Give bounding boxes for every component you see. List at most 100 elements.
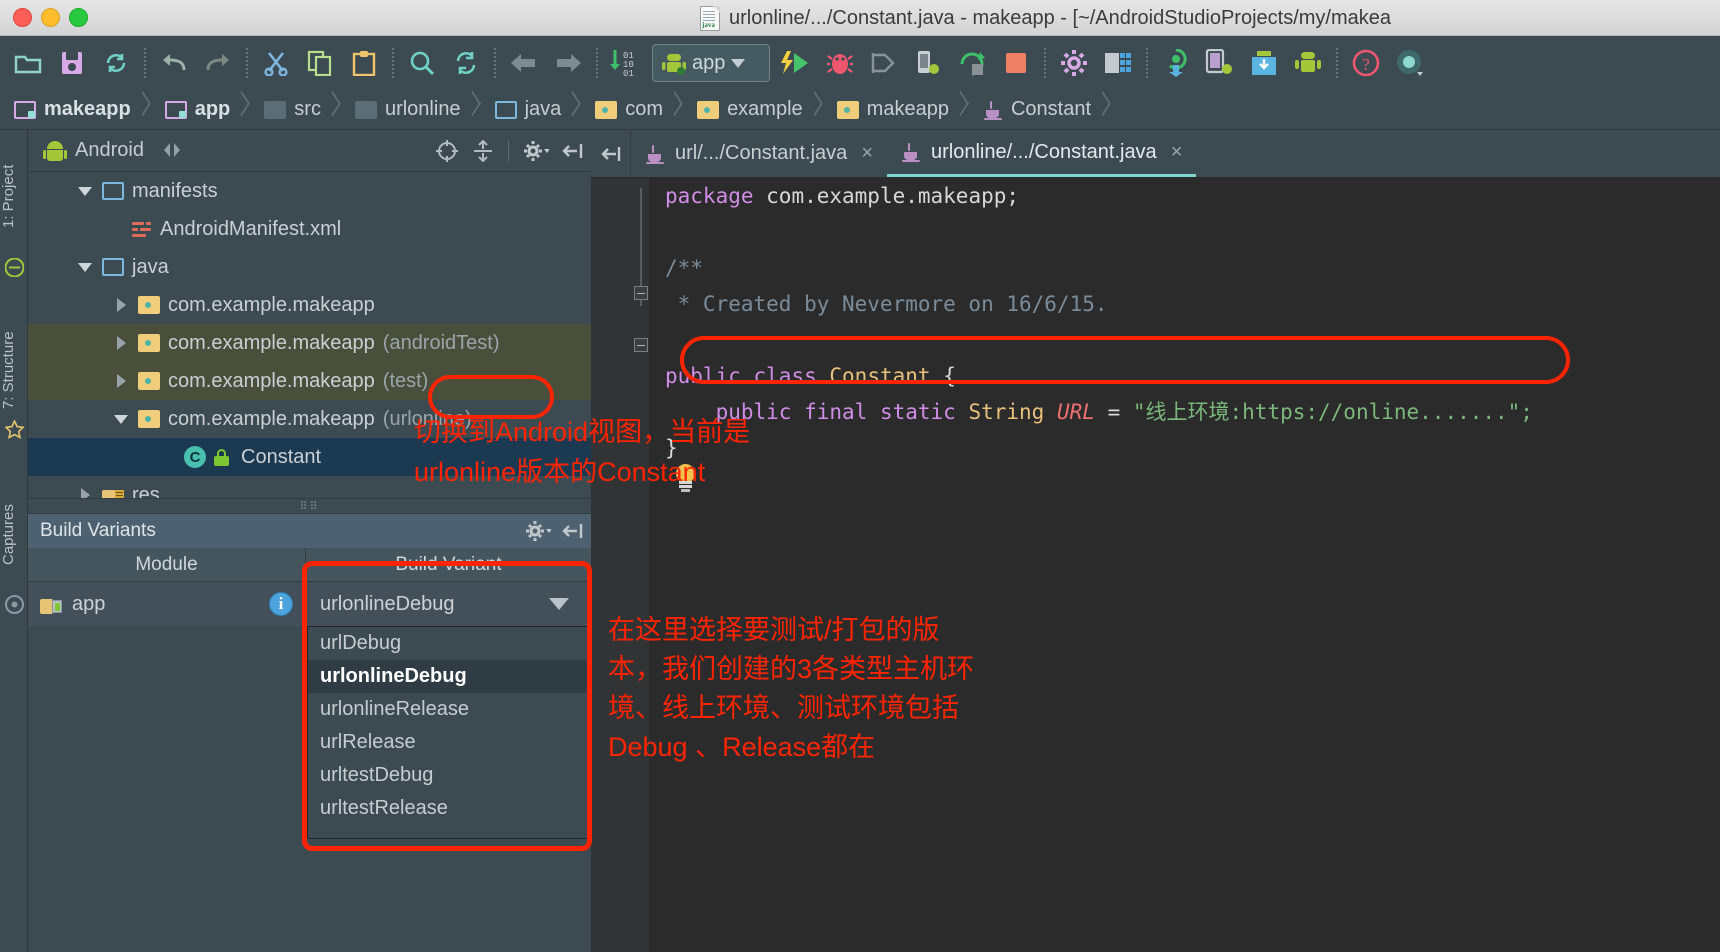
tree-row[interactable]: manifests <box>28 172 591 210</box>
gear-icon[interactable] <box>525 520 552 542</box>
build-variants-row[interactable]: app i urlonlineDebug <box>28 582 591 626</box>
replace-icon[interactable] <box>444 41 488 85</box>
copy-icon[interactable] <box>298 41 342 85</box>
breadcrumb-item-makeapp[interactable]: makeapp <box>0 90 133 130</box>
tree-row[interactable]: com.example.makeapp (test) <box>28 362 591 400</box>
chevron-right-icon <box>563 90 581 130</box>
back-icon[interactable] <box>502 41 546 85</box>
chevron-right-icon <box>805 90 823 130</box>
left-tool-strip: 1: Project 7: Structure Captures <box>0 130 28 952</box>
avd-manager-icon[interactable] <box>1198 41 1242 85</box>
chevron-down-icon[interactable] <box>731 58 746 68</box>
tree-row[interactable]: com.example.makeapp <box>28 286 591 324</box>
info-icon[interactable]: i <box>269 592 293 616</box>
hide-tabs-icon[interactable] <box>591 130 631 177</box>
project-view-label[interactable]: Android <box>75 139 144 162</box>
header-divider <box>508 139 509 162</box>
close-window-button[interactable] <box>13 8 32 27</box>
breadcrumb-item-example[interactable]: example <box>683 90 805 130</box>
svg-text:?: ? <box>1362 55 1370 74</box>
panel-splitter[interactable]: ⠿⠿ <box>28 498 591 514</box>
close-icon[interactable]: × <box>1171 141 1183 164</box>
paste-icon[interactable] <box>342 41 386 85</box>
sdk-manager-icon[interactable] <box>1154 41 1198 85</box>
forward-icon[interactable] <box>546 41 590 85</box>
stop-icon[interactable] <box>994 41 1038 85</box>
code-keyword: public <box>665 364 741 388</box>
tree-label-suffix: (androidTest) <box>382 331 500 354</box>
dropdown-option-urlonlineDebug[interactable]: urlonlineDebug <box>308 660 588 693</box>
twisty-closed-icon[interactable] <box>114 297 130 313</box>
fold-region-javadoc-icon[interactable] <box>634 286 648 300</box>
collapse-all-icon[interactable] <box>472 139 494 162</box>
maximize-window-button[interactable] <box>69 8 88 27</box>
editor-tab-urlonline-constant[interactable]: urlonline/.../Constant.java × <box>887 130 1197 177</box>
cut-icon[interactable] <box>254 41 298 85</box>
fold-region-icon[interactable] <box>634 338 648 352</box>
sidebar-item-captures[interactable]: Captures <box>0 475 28 595</box>
column-header-build-variant[interactable]: Build Variant <box>306 548 591 581</box>
help-icon[interactable]: ? <box>1344 41 1388 85</box>
chevron-down-icon[interactable] <box>549 598 569 610</box>
run-icon[interactable] <box>774 41 818 85</box>
module-cell[interactable]: app i <box>28 582 306 626</box>
dropdown-option-urlonlineRelease[interactable]: urlonlineRelease <box>308 693 588 726</box>
save-all-icon[interactable] <box>50 41 94 85</box>
search-everywhere-icon[interactable] <box>1388 41 1432 85</box>
toolbar-separator <box>494 48 496 78</box>
build-variant-dropdown[interactable]: urlDebug urlonlineDebug urlonlineRelease… <box>307 626 589 839</box>
dropdown-option-urltestRelease[interactable]: urltestRelease <box>308 792 588 825</box>
breadcrumb-label: makeapp <box>44 98 131 120</box>
find-icon[interactable] <box>400 41 444 85</box>
code-editor[interactable]: package com.example.makeapp; /** * Creat… <box>591 178 1720 952</box>
java-class-icon <box>645 144 665 164</box>
twisty-closed-icon[interactable] <box>114 335 130 351</box>
rerun-icon[interactable] <box>950 41 994 85</box>
breadcrumb-item-java[interactable]: java <box>481 90 564 130</box>
build-variant-combo[interactable]: urlonlineDebug <box>306 582 591 626</box>
debug-icon[interactable] <box>818 41 862 85</box>
close-icon[interactable]: × <box>861 142 873 165</box>
sidebar-item-project[interactable]: 1: Project <box>0 136 28 256</box>
twisty-open-icon[interactable] <box>78 183 94 199</box>
run-coverage-icon[interactable] <box>862 41 906 85</box>
editor-tab-url-constant[interactable]: url/.../Constant.java × <box>631 130 887 177</box>
dropdown-option-urltestDebug[interactable]: urltestDebug <box>308 759 588 792</box>
breadcrumb-item-makeapp-package[interactable]: makeapp <box>823 90 951 130</box>
undo-icon[interactable] <box>152 41 196 85</box>
minimize-window-button[interactable] <box>41 8 60 27</box>
dropdown-option-urlDebug[interactable]: urlDebug <box>308 627 588 660</box>
android-device-icon[interactable] <box>1286 41 1330 85</box>
dropdown-option-urlRelease[interactable]: urlRelease <box>308 726 588 759</box>
twisty-closed-icon[interactable] <box>114 373 130 389</box>
hide-panel-icon[interactable] <box>559 520 583 542</box>
chevron-right-icon <box>232 90 250 130</box>
breadcrumb-item-src[interactable]: src <box>250 90 323 130</box>
tree-row[interactable]: java <box>28 248 591 286</box>
sdk-download-icon[interactable] <box>1242 41 1286 85</box>
hide-panel-icon[interactable] <box>559 140 583 162</box>
gear-icon[interactable] <box>523 140 550 162</box>
target-icon[interactable] <box>436 139 458 162</box>
compile-icon[interactable]: 01 10 01 <box>604 41 648 85</box>
code-text[interactable]: package com.example.makeapp; /** * Creat… <box>649 178 1720 466</box>
breadcrumb-item-urlonline[interactable]: urlonline <box>341 90 463 130</box>
breadcrumb-item-com[interactable]: com <box>581 90 665 130</box>
view-switch-icon[interactable] <box>161 140 183 162</box>
breadcrumb-item-constant[interactable]: Constant <box>969 90 1093 130</box>
open-project-icon[interactable] <box>6 41 50 85</box>
twisty-open-icon[interactable] <box>114 411 130 427</box>
breadcrumb-item-app[interactable]: app <box>151 90 233 130</box>
attach-debugger-icon[interactable] <box>906 41 950 85</box>
window-controls[interactable] <box>13 8 88 27</box>
tree-row[interactable]: AndroidManifest.xml <box>28 210 591 248</box>
tree-row[interactable]: com.example.makeapp (androidTest) <box>28 324 591 362</box>
column-header-module[interactable]: Module <box>28 548 306 581</box>
settings-icon[interactable] <box>1052 41 1096 85</box>
sync-project-icon[interactable] <box>94 41 138 85</box>
captures-tool-icon[interactable] <box>5 130 24 614</box>
redo-icon[interactable] <box>196 41 240 85</box>
run-configuration-selector[interactable]: app <box>652 44 770 82</box>
project-structure-icon[interactable] <box>1096 41 1140 85</box>
twisty-open-icon[interactable] <box>78 259 94 275</box>
